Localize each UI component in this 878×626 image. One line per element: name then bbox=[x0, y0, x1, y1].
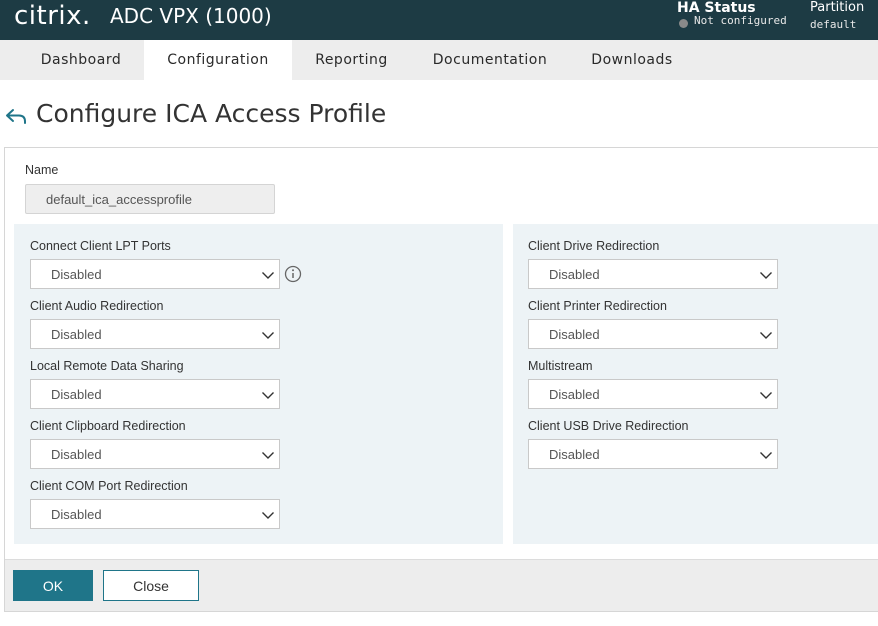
chevron-down-icon bbox=[262, 512, 274, 519]
select-value: Disabled bbox=[51, 387, 102, 402]
client-clipboard-redirection-label: Client Clipboard Redirection bbox=[30, 419, 186, 433]
client-drive-redirection-label: Client Drive Redirection bbox=[528, 239, 660, 253]
main-nav: Dashboard Configuration Reporting Docume… bbox=[0, 40, 878, 80]
select-value: Disabled bbox=[549, 327, 600, 342]
product-title: ADC VPX (1000) bbox=[110, 4, 272, 28]
local-remote-data-sharing-select[interactable]: Disabled bbox=[30, 379, 280, 409]
connect-client-lpt-ports-select[interactable]: Disabled bbox=[30, 259, 280, 289]
select-value: Disabled bbox=[51, 447, 102, 462]
client-usb-drive-redirection-label: Client USB Drive Redirection bbox=[528, 419, 689, 433]
ha-status-value: Not configured bbox=[694, 14, 787, 27]
tab-configuration[interactable]: Configuration bbox=[144, 40, 292, 80]
top-header: citrix. ADC VPX (1000) HA Status Not con… bbox=[0, 0, 878, 40]
client-audio-redirection-select[interactable]: Disabled bbox=[30, 319, 280, 349]
client-usb-drive-redirection-select[interactable]: Disabled bbox=[528, 439, 778, 469]
select-value: Disabled bbox=[51, 327, 102, 342]
status-dot-icon bbox=[679, 19, 688, 28]
chevron-down-icon bbox=[262, 392, 274, 399]
ok-button[interactable]: OK bbox=[13, 570, 93, 601]
multistream-select[interactable]: Disabled bbox=[528, 379, 778, 409]
chevron-down-icon bbox=[262, 272, 274, 279]
chevron-down-icon bbox=[760, 452, 772, 459]
citrix-logo: citrix. bbox=[14, 1, 91, 31]
tab-downloads[interactable]: Downloads bbox=[569, 40, 695, 80]
connect-client-lpt-ports-label: Connect Client LPT Ports bbox=[30, 239, 171, 253]
tab-dashboard[interactable]: Dashboard bbox=[18, 40, 144, 80]
partition-label: Partition bbox=[810, 0, 865, 15]
client-printer-redirection-select[interactable]: Disabled bbox=[528, 319, 778, 349]
tab-documentation[interactable]: Documentation bbox=[411, 40, 569, 80]
name-field[interactable] bbox=[25, 184, 275, 214]
chevron-down-icon bbox=[760, 332, 772, 339]
info-icon[interactable] bbox=[284, 265, 302, 283]
chevron-down-icon bbox=[760, 392, 772, 399]
chevron-down-icon bbox=[262, 452, 274, 459]
select-value: Disabled bbox=[549, 267, 600, 282]
multistream-label: Multistream bbox=[528, 359, 593, 373]
client-clipboard-redirection-select[interactable]: Disabled bbox=[30, 439, 280, 469]
select-value: Disabled bbox=[51, 507, 102, 522]
close-button[interactable]: Close bbox=[103, 570, 199, 601]
client-printer-redirection-label: Client Printer Redirection bbox=[528, 299, 667, 313]
page-title: Configure ICA Access Profile bbox=[36, 99, 387, 128]
chevron-down-icon bbox=[262, 332, 274, 339]
client-com-port-redirection-label: Client COM Port Redirection bbox=[30, 479, 188, 493]
select-value: Disabled bbox=[51, 267, 102, 282]
partition-value[interactable]: default bbox=[810, 18, 856, 31]
back-arrow-icon[interactable] bbox=[4, 104, 28, 128]
select-value: Disabled bbox=[549, 387, 600, 402]
client-audio-redirection-label: Client Audio Redirection bbox=[30, 299, 164, 313]
chevron-down-icon bbox=[760, 272, 772, 279]
select-value: Disabled bbox=[549, 447, 600, 462]
tab-reporting[interactable]: Reporting bbox=[292, 40, 411, 80]
name-label: Name bbox=[25, 163, 59, 177]
local-remote-data-sharing-label: Local Remote Data Sharing bbox=[30, 359, 184, 373]
client-drive-redirection-select[interactable]: Disabled bbox=[528, 259, 778, 289]
client-com-port-redirection-select[interactable]: Disabled bbox=[30, 499, 280, 529]
